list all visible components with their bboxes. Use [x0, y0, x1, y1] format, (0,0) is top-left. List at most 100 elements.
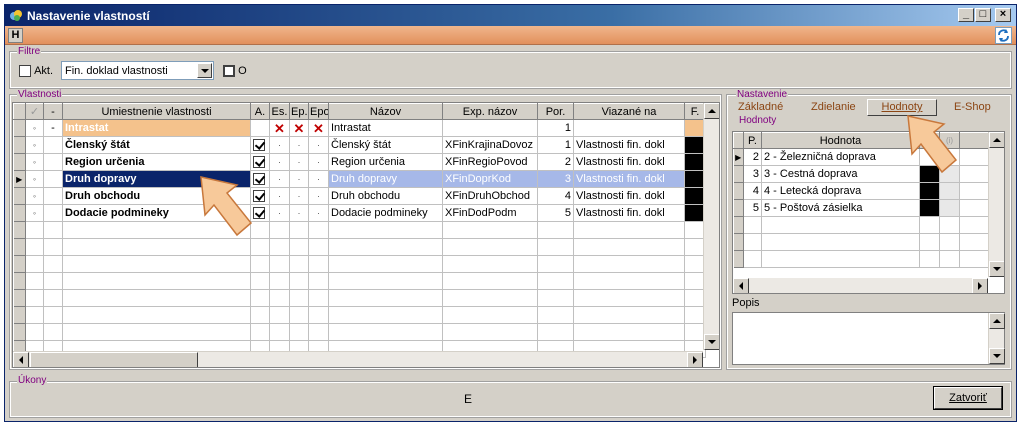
properties-table: ✓ - Umiestnenie vlastnosti A. Es. Ep. Ep… — [13, 103, 706, 358]
tab-zakladne[interactable]: Základné — [738, 101, 783, 113]
empty-row — [13, 272, 706, 290]
properties-hscroll[interactable] — [13, 351, 703, 367]
cell-exp: XFinDoprKod — [442, 170, 538, 188]
table-row[interactable]: ◦ Dodacie podmineky · · · Dodacie podmin… — [13, 204, 706, 222]
pointer-arrow-icon — [200, 176, 253, 237]
scroll-up-icon[interactable] — [989, 313, 1005, 329]
cell: · — [269, 170, 290, 188]
cell-exp: XFinKrajinaDovoz — [442, 136, 538, 154]
properties-header-row: ✓ - Umiestnenie vlastnosti A. Es. Ep. Ep… — [13, 103, 706, 120]
col-header[interactable]: Ep. — [289, 103, 309, 120]
col-header[interactable]: Viazané na — [573, 103, 685, 120]
col-header[interactable]: P. — [743, 132, 762, 149]
cell — [919, 199, 940, 217]
popis-vscroll[interactable] — [988, 313, 1005, 364]
o-filter[interactable]: O — [223, 65, 247, 79]
cell — [939, 199, 960, 217]
scroll-up-icon[interactable] — [989, 132, 1004, 148]
row-indicator: ▶ — [13, 170, 26, 188]
x-icon: ✕ — [289, 119, 309, 137]
pointer-arrow-icon — [907, 115, 958, 174]
scroll-right-icon[interactable] — [687, 352, 703, 367]
col-header[interactable]: Názov — [328, 103, 443, 120]
cell — [43, 170, 63, 188]
col-header-check[interactable]: ✓ — [25, 103, 44, 120]
row-indicator — [13, 204, 26, 222]
value-row[interactable]: 5 5 - Poštová zásielka — [733, 199, 989, 217]
values-grid[interactable]: P. Hodnota (i) ▶ 2 2 - Železničná doprav… — [732, 131, 1005, 294]
cell-viaz: Vlastnosti fin. dokl — [573, 153, 685, 171]
col-header[interactable]: Hodnota — [761, 132, 920, 149]
value-row[interactable]: 4 4 - Letecká doprava — [733, 182, 989, 200]
popis-textarea[interactable] — [732, 312, 1005, 365]
cell-a[interactable] — [250, 136, 270, 154]
close-button[interactable]: Zatvoriť — [933, 386, 1003, 410]
minimize-button[interactable]: _ — [958, 8, 974, 22]
table-row[interactable]: ◦ Druh obchodu · · · Druh obchodu XFinDr… — [13, 187, 706, 205]
cell: ◦ — [25, 187, 44, 205]
cell-por: 5 — [537, 204, 574, 222]
property-type-value: Fin. doklad vlastnosti — [65, 65, 168, 77]
active-checkbox[interactable] — [253, 139, 265, 152]
scroll-up-icon[interactable] — [704, 103, 719, 119]
cell-por: 4 — [537, 187, 574, 205]
col-header[interactable]: Exp. názov — [442, 103, 538, 120]
scroll-down-icon[interactable] — [704, 334, 719, 350]
cell-viaz: Vlastnosti fin. dokl — [573, 204, 685, 222]
row-indicator — [13, 153, 26, 171]
scroll-left-icon[interactable] — [733, 278, 749, 293]
properties-grid[interactable]: ✓ - Umiestnenie vlastnosti A. Es. Ep. Ep… — [12, 102, 720, 368]
akt-filter[interactable]: Akt. — [19, 65, 53, 79]
cell-p: 4 — [743, 182, 762, 200]
empty-row — [733, 233, 989, 251]
table-row[interactable]: ◦ - Intrastat ✕ ✕ ✕ Intrastat 1 — [13, 119, 706, 137]
property-type-select[interactable]: Fin. doklad vlastnosti — [61, 61, 214, 80]
app-icon — [10, 10, 22, 21]
o-label: O — [238, 65, 247, 78]
scroll-right-icon[interactable] — [972, 278, 988, 293]
values-vscroll[interactable] — [988, 132, 1004, 277]
scroll-down-icon[interactable] — [989, 261, 1004, 277]
close-window-button[interactable]: × — [995, 8, 1011, 22]
cell: · — [308, 170, 329, 188]
h-button[interactable]: H — [8, 28, 23, 43]
window-title: Nastavenie vlastností — [27, 9, 150, 23]
hscroll-thumb[interactable] — [30, 352, 198, 367]
cell-por: 3 — [537, 170, 574, 188]
col-header[interactable]: Epo — [308, 103, 329, 120]
cell: ◦ — [25, 119, 44, 137]
row-indicator — [13, 187, 26, 205]
o-checkbox[interactable] — [223, 65, 235, 78]
title-bar: Nastavenie vlastností _ □ × — [5, 5, 1016, 26]
properties-label: Vlastnosti — [17, 89, 63, 100]
cell: ◦ — [25, 204, 44, 222]
cell — [43, 153, 63, 171]
col-header[interactable]: Umiestnenie vlastnosti — [62, 103, 251, 120]
cell-a[interactable] — [250, 153, 270, 171]
active-checkbox[interactable] — [253, 156, 265, 169]
col-header[interactable]: - — [43, 103, 63, 120]
refresh-icon — [998, 29, 1009, 42]
table-row[interactable]: ◦ Region určenia · · · Region určenia XF… — [13, 153, 706, 171]
cell: · — [308, 187, 329, 205]
cell-location: Region určenia — [62, 153, 251, 171]
cell-name: Druh dopravy — [328, 170, 443, 188]
values-hscroll[interactable] — [733, 278, 988, 293]
refresh-button[interactable] — [995, 27, 1012, 44]
chevron-down-icon[interactable] — [197, 63, 212, 78]
akt-checkbox[interactable] — [19, 65, 31, 78]
scroll-down-icon[interactable] — [989, 348, 1005, 364]
table-row-selected[interactable]: ▶ ◦ Druh dopravy · · · Druh dopravy XFin… — [13, 170, 706, 188]
maximize-button[interactable]: □ — [975, 8, 991, 22]
cell: · — [289, 170, 309, 188]
properties-vscroll[interactable] — [703, 103, 719, 350]
col-header[interactable]: Es. — [269, 103, 290, 120]
cell-exp — [442, 119, 538, 137]
tab-zdielanie[interactable]: Zdielanie — [811, 101, 856, 113]
col-header[interactable]: A. — [250, 103, 270, 120]
scroll-left-icon[interactable] — [13, 352, 29, 367]
cell-name: Členský štát — [328, 136, 443, 154]
akt-label: Akt. — [34, 65, 54, 78]
table-row[interactable]: ◦ Členský štát · · · Členský štát XFinKr… — [13, 136, 706, 154]
col-header[interactable]: Por. — [537, 103, 574, 120]
